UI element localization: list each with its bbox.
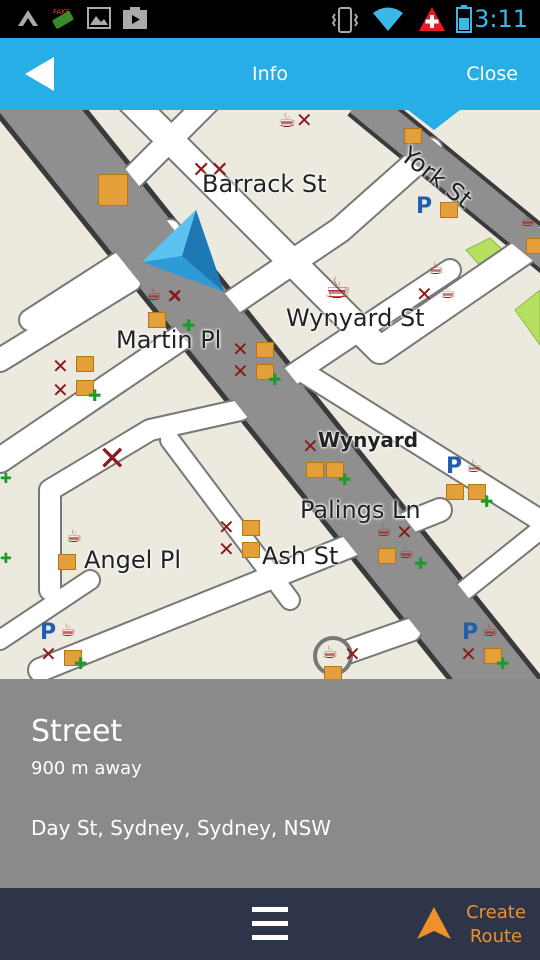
- pharmacy-icon[interactable]: ✚: [88, 388, 101, 404]
- shop-icon[interactable]: [58, 554, 76, 570]
- street-label-ash: Ash St: [262, 542, 339, 570]
- create-route-label-line1: Create: [466, 902, 526, 923]
- shop-icon[interactable]: [242, 542, 260, 558]
- gallery-icon: [87, 7, 111, 29]
- shop-icon[interactable]: [306, 462, 324, 478]
- back-button[interactable]: [10, 38, 70, 110]
- pharmacy-icon[interactable]: ✚: [268, 372, 281, 388]
- restaurant-icon[interactable]: ✕✕: [52, 354, 69, 402]
- wifi-icon: [373, 7, 403, 31]
- bottom-toolbar: Create Route: [0, 888, 540, 960]
- cafe-icon[interactable]: ☕: [520, 212, 536, 230]
- shop-icon[interactable]: [242, 520, 260, 536]
- restaurant-icon[interactable]: ✕: [396, 522, 413, 542]
- vibrate-icon: [331, 7, 359, 33]
- fake-gps-icon: FAKE: [52, 8, 74, 29]
- shop-icon[interactable]: [76, 356, 94, 372]
- create-route-label: Create Route: [460, 901, 532, 949]
- street-label-wynyard-st: Wynyard St: [286, 304, 425, 332]
- pharmacy-icon[interactable]: ✚: [480, 494, 493, 510]
- parking-icon[interactable]: P: [462, 622, 478, 644]
- location-info-panel: Street 900 m away Day St, Sydney, Sydney…: [0, 679, 540, 888]
- street-label-barrack: Barrack St: [202, 170, 327, 198]
- cafe-icon[interactable]: ☕: [440, 284, 456, 302]
- shop-icon[interactable]: [526, 238, 540, 254]
- restaurant-icon[interactable]: ✕: [98, 442, 127, 476]
- top-action-bar: Info Close: [0, 38, 540, 110]
- cafe-icon[interactable]: ☕: [324, 274, 351, 304]
- street-label-palings: Palings Ln: [300, 496, 421, 524]
- station-label-wynyard: Wynyard: [318, 428, 419, 452]
- cafe-icon[interactable]: ☕: [322, 644, 338, 662]
- menu-button[interactable]: [248, 904, 292, 944]
- restaurant-icon[interactable]: ✕: [302, 436, 319, 456]
- create-route-button[interactable]: Create Route: [410, 888, 540, 960]
- clock: 3:11: [474, 5, 528, 33]
- pharmacy-icon[interactable]: ✚: [338, 472, 351, 488]
- status-bar: FAKE 3:11: [0, 0, 540, 38]
- location-distance: 900 m away: [31, 758, 142, 779]
- cafe-icon[interactable]: ☕: [398, 544, 414, 562]
- medical-alert-icon: [419, 7, 445, 31]
- shop-icon[interactable]: [446, 484, 464, 500]
- page-title: Info: [252, 63, 288, 85]
- street-label-martin: Martin Pl: [116, 326, 222, 354]
- back-arrow-icon: [25, 57, 54, 91]
- location-type: Street: [31, 714, 123, 749]
- restaurant-icon[interactable]: ✕: [460, 644, 477, 664]
- restaurant-icon[interactable]: ✕: [344, 644, 361, 664]
- restaurant-icon[interactable]: ✕: [40, 644, 57, 664]
- restaurant-icon[interactable]: ☕✕: [278, 110, 313, 130]
- shop-icon[interactable]: [378, 548, 396, 564]
- pharmacy-icon[interactable]: ✚: [74, 656, 87, 672]
- pharmacy-icon[interactable]: ✚: [0, 472, 12, 486]
- restaurant-icon[interactable]: ✕✕: [232, 338, 249, 382]
- street-label-angel: Angel Pl: [84, 546, 182, 574]
- cafe-icon[interactable]: ☕: [482, 622, 498, 640]
- cafe-icon[interactable]: ☕: [66, 528, 82, 546]
- cafe-icon[interactable]: ☕: [376, 522, 392, 540]
- create-route-label-line2: Route: [469, 926, 523, 947]
- svg-text:FAKE: FAKE: [53, 8, 70, 16]
- cafe-icon[interactable]: ☕: [60, 622, 76, 640]
- route-arrow-icon: [417, 907, 451, 939]
- pharmacy-icon[interactable]: ✚: [496, 656, 509, 672]
- battery-icon: [456, 5, 472, 33]
- cafe-icon[interactable]: ☕: [428, 260, 444, 278]
- location-address: Day St, Sydney, Sydney, NSW: [31, 816, 332, 840]
- hamburger-menu-icon: [248, 904, 292, 944]
- cafe-icon[interactable]: ☕: [466, 458, 482, 476]
- parking-icon[interactable]: P: [446, 456, 462, 478]
- media-icon: [123, 7, 147, 29]
- pharmacy-icon[interactable]: ✚: [0, 552, 12, 566]
- restaurant-icon[interactable]: ✕: [416, 284, 433, 304]
- parking-icon[interactable]: P: [40, 622, 56, 644]
- pharmacy-icon[interactable]: ✚: [414, 556, 427, 572]
- close-button[interactable]: Close: [466, 38, 518, 110]
- shop-icon[interactable]: [256, 342, 274, 358]
- shop-icon[interactable]: [324, 666, 342, 679]
- park: [514, 289, 540, 346]
- navigation-arrow-icon: [142, 210, 224, 292]
- parking-icon[interactable]: P: [416, 196, 432, 218]
- android-debug-icon: [18, 10, 38, 26]
- shop-icon[interactable]: [98, 174, 128, 206]
- map-view[interactable]: ✕✕ ☕✕ ✕ ✕ ✕ ✕ ✕ ✕ ✕ ✕ ✕ ✕ ✕ ✕ ✕ ✕ ✕ ☕ ☕ ☕ ☕…: [0, 110, 540, 679]
- restaurant-icon[interactable]: ✕✕: [218, 516, 235, 560]
